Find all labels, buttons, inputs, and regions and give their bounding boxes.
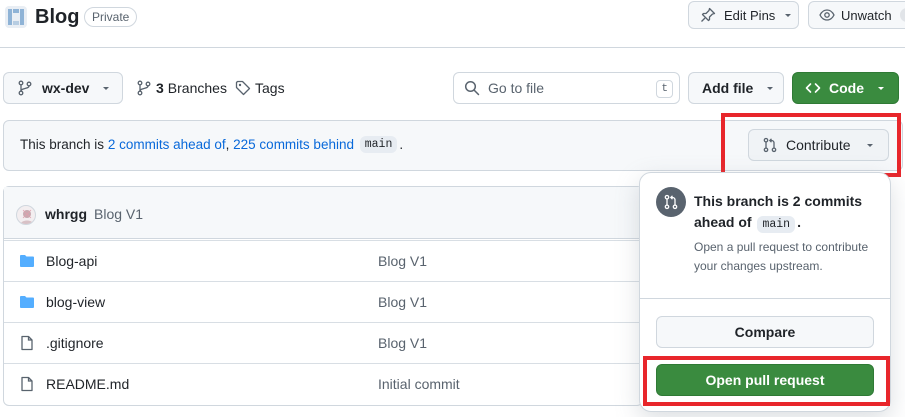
banner-separator: , (225, 137, 230, 152)
watch-button[interactable]: Unwatch 1 (808, 1, 905, 29)
table-row[interactable]: blog-view Blog V1 (4, 281, 644, 322)
watch-label: Unwatch (841, 7, 892, 23)
file-name[interactable]: Blog-api (46, 253, 97, 269)
base-branch-pill: main (359, 136, 398, 153)
file-name[interactable]: blog-view (46, 294, 105, 310)
goto-shortcut-key: t (656, 80, 673, 98)
table-row[interactable]: .gitignore Blog V1 (4, 322, 644, 363)
compare-button[interactable]: Compare (656, 316, 874, 348)
visibility-badge: Private (84, 7, 138, 27)
file-commit-message[interactable]: Blog V1 (378, 294, 427, 310)
search-icon (464, 80, 480, 96)
eye-icon (819, 7, 835, 23)
file-commit-message[interactable]: Blog V1 (378, 253, 427, 269)
header-divider (0, 47, 905, 48)
code-button[interactable]: Code (792, 72, 899, 104)
file-icon (19, 376, 35, 392)
popover-description: Open a pull request to contribute your c… (694, 240, 869, 273)
file-name[interactable]: README.md (46, 376, 129, 392)
code-icon (805, 80, 821, 96)
branches-count: 3 (156, 80, 164, 96)
repo-avatar-icon (5, 6, 27, 28)
edit-pins-button[interactable]: Edit Pins (688, 1, 799, 29)
base-branch-pill: main (757, 216, 796, 233)
tags-link[interactable]: Tags (235, 72, 285, 104)
contribute-highlight-box (721, 113, 901, 177)
branch-status-text: This branch is 2 commits ahead of, 225 c… (20, 136, 403, 153)
chevron-down-icon (783, 10, 793, 20)
chevron-down-icon (101, 83, 111, 93)
banner-prefix: This branch is (20, 137, 105, 152)
git-branch-icon (17, 80, 33, 96)
commits-behind-link[interactable]: 225 commits behind (233, 137, 354, 152)
git-pull-request-icon (656, 187, 686, 217)
watch-count: 1 (899, 8, 905, 22)
avatar[interactable] (16, 205, 36, 225)
file-commit-message[interactable]: Blog V1 (378, 335, 427, 351)
branch-name: wx-dev (42, 80, 90, 96)
file-commit-message[interactable]: Initial commit (378, 376, 460, 392)
branches-label: Branches (167, 80, 227, 96)
table-row[interactable]: README.md Initial commit (4, 363, 644, 404)
popover-title: This branch is 2 commits ahead of main. (694, 191, 874, 235)
open-pr-highlight-box (643, 356, 890, 406)
repo-name[interactable]: Blog (35, 3, 79, 31)
commit-message[interactable]: Blog V1 (94, 206, 143, 222)
code-label: Code (829, 80, 864, 96)
banner-suffix: . (399, 137, 404, 152)
file-icon (19, 335, 35, 351)
go-to-file-search[interactable]: t (453, 72, 680, 104)
commits-ahead-link[interactable]: 2 commits ahead of (108, 137, 226, 152)
git-branch-icon (136, 80, 152, 96)
pin-icon (700, 7, 716, 23)
add-file-button[interactable]: Add file (688, 72, 784, 104)
commit-author[interactable]: whrgg (45, 206, 87, 222)
tags-label: Tags (255, 80, 285, 96)
table-row[interactable]: Blog-api Blog V1 (4, 240, 644, 281)
folder-icon (19, 253, 35, 269)
edit-pins-label: Edit Pins (724, 7, 776, 23)
folder-icon (19, 294, 35, 310)
tag-icon (235, 80, 251, 96)
branch-select-button[interactable]: wx-dev (3, 72, 123, 104)
popover-divider (640, 298, 890, 299)
popover-title-suffix: . (797, 214, 801, 230)
go-to-file-input[interactable] (488, 80, 638, 96)
chevron-down-icon (765, 83, 775, 93)
chevron-down-icon (876, 83, 886, 93)
add-file-label: Add file (702, 80, 754, 96)
file-name[interactable]: .gitignore (46, 335, 104, 351)
branches-link[interactable]: 3 Branches (136, 72, 227, 104)
